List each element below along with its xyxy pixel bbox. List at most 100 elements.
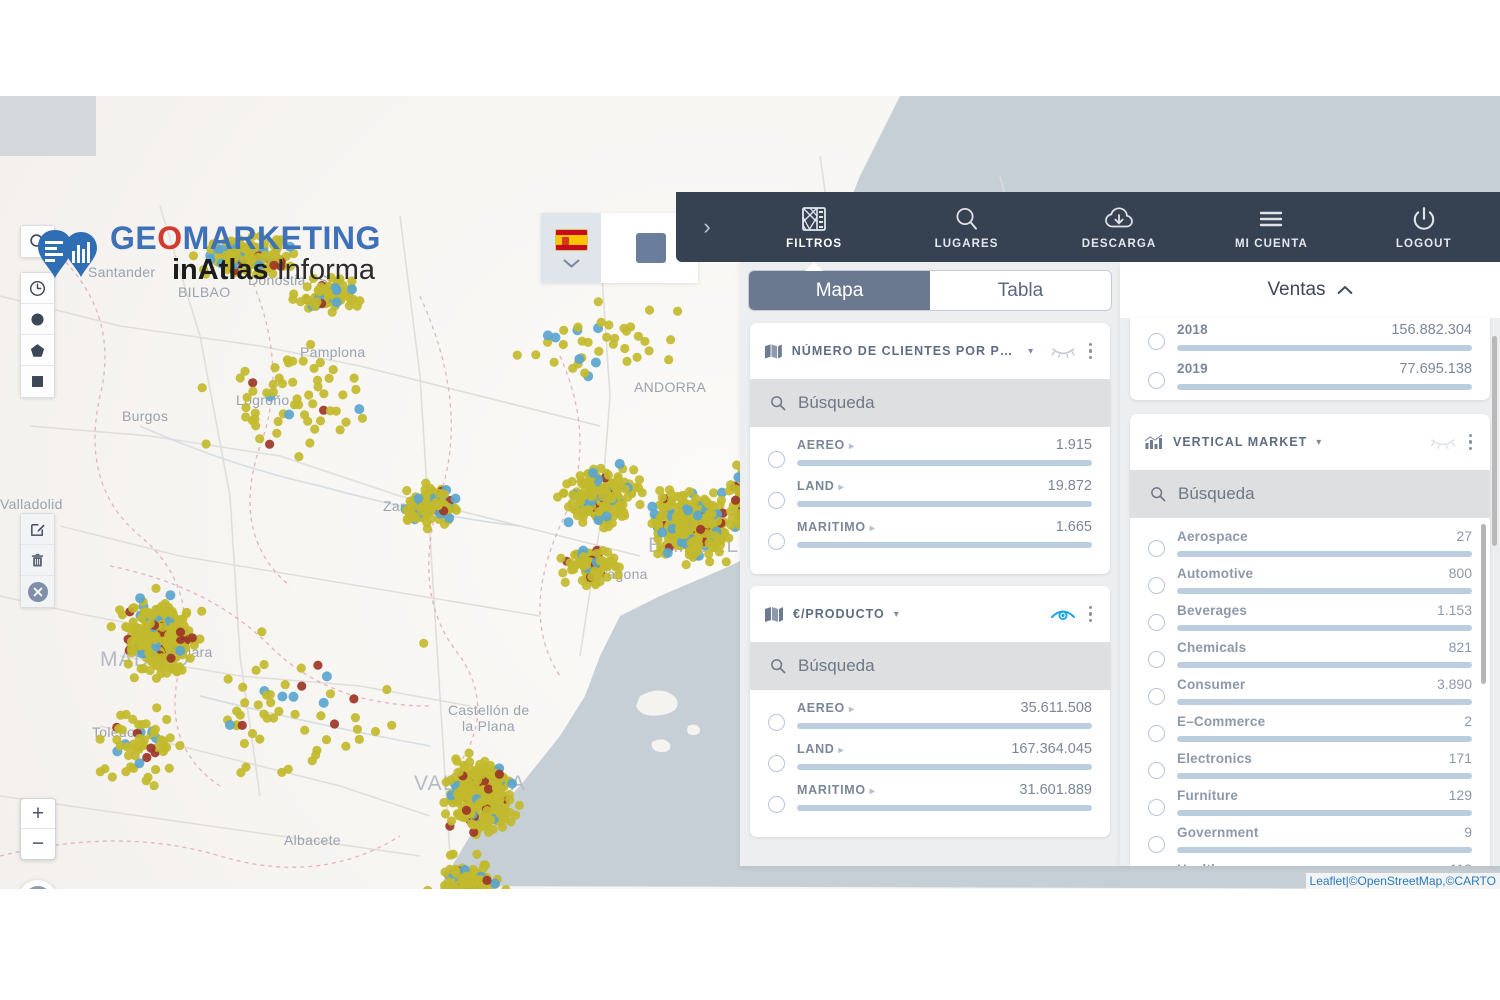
filters-panel: Mapa Tabla NÚMERO DE CLIENTES POR PRO...…	[740, 262, 1120, 866]
chevron-right-icon[interactable]: ▸	[849, 704, 855, 715]
nav-item-descarga[interactable]: DESCARGA	[1043, 192, 1195, 262]
chevron-down-icon[interactable]: ▾	[1028, 346, 1033, 357]
chevron-right-icon[interactable]: ▸	[839, 482, 845, 493]
list-item-top: LAND ▸ 167.364.045	[797, 741, 1092, 757]
list-item-radio[interactable]	[1148, 762, 1165, 779]
circle-icon	[31, 312, 44, 326]
vertical-market-search-row[interactable]: Búsqueda	[1130, 470, 1490, 518]
eye-closed-icon[interactable]	[1430, 435, 1456, 449]
list-item-body: Furniture 129	[1177, 787, 1472, 816]
card-menu-button[interactable]	[1085, 603, 1097, 626]
ventas-panel-header[interactable]: Ventas	[1120, 262, 1500, 318]
card-menu-button[interactable]	[1085, 340, 1097, 363]
list-item-radio[interactable]	[768, 714, 785, 731]
list-item[interactable]: MARITIMO ▸ 1.665	[768, 519, 1092, 550]
list-item[interactable]: Government 9	[1148, 824, 1472, 853]
list-item-bar	[1177, 551, 1472, 557]
list-item-radio[interactable]	[1148, 725, 1165, 742]
list-item-radio[interactable]	[1148, 836, 1165, 853]
list-item[interactable]: AEREO ▸ 35.611.508	[768, 700, 1092, 731]
list-item-radio[interactable]	[1148, 614, 1165, 631]
list-item-label: MARITIMO ▸	[797, 783, 876, 797]
tab-mapa[interactable]: Mapa	[749, 271, 930, 310]
nav-item-lugares[interactable]: LUGARES	[890, 192, 1042, 262]
list-item-radio[interactable]	[1148, 651, 1165, 668]
list-item[interactable]: 2019 77.695.138	[1148, 361, 1472, 390]
tab-tabla[interactable]: Tabla	[930, 271, 1111, 310]
list-item-radio[interactable]	[768, 796, 785, 813]
chevron-right-icon[interactable]: ▸	[839, 745, 845, 756]
map-attribution: Leaflet|©OpenStreetMap,©CARTO	[1305, 873, 1500, 889]
list-item[interactable]: Chemicals 821	[1148, 639, 1472, 668]
chevron-right-icon[interactable]: ▸	[870, 523, 876, 534]
list-item[interactable]: LAND ▸ 19.872	[768, 478, 1092, 509]
list-item-radio[interactable]	[1148, 333, 1165, 350]
list-item[interactable]: Automotive 800	[1148, 565, 1472, 594]
vertical-market-scroll-area[interactable]: Aerospace 27 Automotive 800 Beverages 1.153 Ch…	[1130, 518, 1490, 866]
nav-item-mi-cuenta[interactable]: MI CUENTA	[1195, 192, 1347, 262]
list-item-value: 35.611.508	[1020, 700, 1093, 716]
list-item[interactable]: AEREO ▸ 1.915	[768, 437, 1092, 468]
card-menu-button[interactable]	[1465, 431, 1477, 454]
chevron-down-icon[interactable]: ▾	[1316, 437, 1321, 448]
list-item[interactable]: 2018 156.882.304	[1148, 322, 1472, 351]
chevron-right-icon[interactable]: ▸	[870, 786, 876, 797]
vertical-market-scrollbar[interactable]	[1481, 524, 1486, 684]
chevron-down-icon	[563, 259, 579, 268]
ventas-panel: Ventas 2018 156.882.304 2019 77.695.138	[1120, 262, 1500, 866]
list-item-value: 27	[1456, 528, 1472, 544]
attribution-carto[interactable]: ©CARTO	[1446, 874, 1496, 888]
list-item[interactable]: Furniture 129	[1148, 787, 1472, 816]
list-item-radio[interactable]	[768, 451, 785, 468]
nav-collapse-button[interactable]: ›	[676, 214, 738, 240]
list-item-radio[interactable]	[768, 533, 785, 550]
list-item[interactable]: Electronics 171	[1148, 750, 1472, 779]
top-navigation-bar: › FILTROS LUGARES DESCARGA MI CUENTA LOG…	[676, 192, 1500, 271]
eye-open-icon[interactable]	[1050, 606, 1076, 622]
chevron-right-icon[interactable]: ▸	[849, 441, 855, 452]
chevron-down-icon[interactable]: ▾	[894, 609, 899, 620]
list-item[interactable]: Consumer 3.890	[1148, 676, 1472, 705]
list-item-bar	[1177, 736, 1472, 742]
vertical-market-header: VERTICAL MARKET ▾	[1130, 414, 1490, 470]
edit-icon	[31, 523, 45, 536]
list-item[interactable]: Aerospace 27	[1148, 528, 1472, 557]
nav-item-filtros[interactable]: FILTROS	[738, 192, 890, 271]
filters-icon	[802, 206, 827, 231]
list-item-radio[interactable]	[1148, 372, 1165, 389]
nav-label-filtros: FILTROS	[786, 237, 843, 250]
polygon-tool-button[interactable]	[21, 335, 54, 366]
list-item-radio[interactable]	[1148, 799, 1165, 816]
list-item-bar	[797, 723, 1092, 729]
filter-search-placeholder: Búsqueda	[798, 393, 875, 412]
filter-search-row[interactable]: Búsqueda	[750, 379, 1110, 427]
list-item-radio[interactable]	[1148, 577, 1165, 594]
list-item-body: Aerospace 27	[1177, 528, 1472, 557]
list-item[interactable]: E–Commerce 2	[1148, 713, 1472, 742]
list-item[interactable]: MARITIMO ▸ 31.601.889	[768, 782, 1092, 813]
list-item-radio[interactable]	[768, 492, 785, 509]
power-icon	[1413, 206, 1435, 230]
attribution-leaflet[interactable]: Leaflet	[1310, 874, 1346, 888]
list-item-radio[interactable]	[1148, 540, 1165, 557]
panel-right-scrollbar[interactable]	[1492, 336, 1497, 546]
list-item-radio[interactable]	[1148, 688, 1165, 705]
list-item[interactable]: LAND ▸ 167.364.045	[768, 741, 1092, 772]
zoom-out-button[interactable]: −	[21, 829, 55, 859]
circle-tool-button[interactable]	[21, 304, 54, 335]
zoom-in-button[interactable]: +	[21, 799, 55, 829]
filter-search-row[interactable]: Búsqueda	[750, 642, 1110, 690]
basemap-swatch-button[interactable]	[635, 233, 666, 263]
list-item-top: 2019 77.695.138	[1177, 361, 1472, 377]
nav-item-logout[interactable]: LOGOUT	[1348, 192, 1500, 262]
eye-closed-icon[interactable]	[1051, 344, 1075, 358]
list-item[interactable]: Beverages 1.153	[1148, 602, 1472, 631]
rectangle-tool-button[interactable]	[21, 366, 54, 397]
delete-tool-button[interactable]	[21, 545, 54, 576]
language-selector[interactable]	[541, 213, 601, 283]
attribution-osm[interactable]: ©OpenStreetMap,	[1349, 874, 1446, 888]
list-item[interactable]: Healthcare 112	[1148, 861, 1472, 866]
list-item-radio[interactable]	[768, 755, 785, 772]
edit-tool-button[interactable]	[21, 514, 54, 545]
clear-tool-button[interactable]	[21, 576, 54, 607]
